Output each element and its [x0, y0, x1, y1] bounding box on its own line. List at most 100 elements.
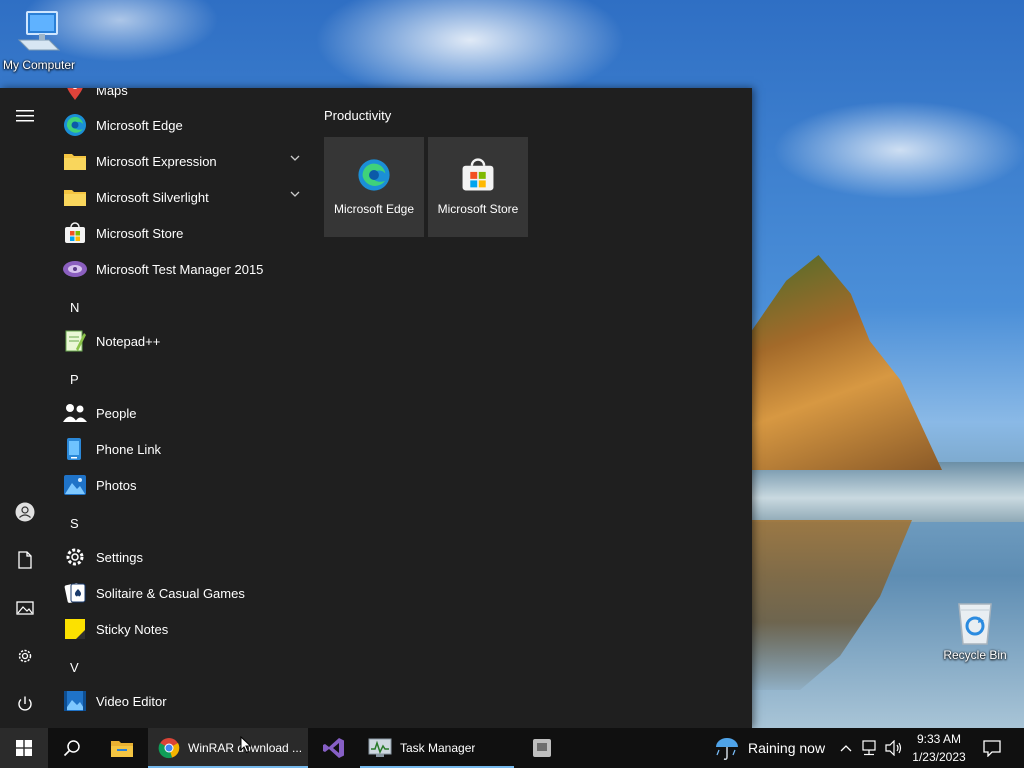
- settings-gear-icon: [62, 544, 88, 570]
- speaker-icon: [885, 740, 902, 756]
- app-item-sticky-notes[interactable]: Sticky Notes: [50, 611, 310, 647]
- weather-widget[interactable]: Raining now: [710, 728, 834, 768]
- wallpaper-sea: [752, 462, 1024, 522]
- app-label: Sticky Notes: [96, 621, 169, 637]
- expand-menu-button[interactable]: [0, 92, 50, 140]
- app-item-phone-link[interactable]: Phone Link: [50, 431, 310, 467]
- user-avatar-icon: [15, 502, 35, 522]
- app-label: Notepad++: [96, 333, 161, 349]
- task-manager-icon: [368, 738, 392, 757]
- gear-icon: [18, 649, 32, 663]
- chrome-icon: [158, 738, 180, 759]
- weather-label: Raining now: [748, 740, 826, 756]
- document-icon: [18, 551, 32, 569]
- pictures-icon: [16, 601, 34, 615]
- letter-header-s[interactable]: S: [50, 505, 310, 541]
- mouse-cursor-icon: [240, 736, 252, 754]
- task-manager-label: Task Manager: [400, 741, 476, 755]
- app-item-photos[interactable]: Photos: [50, 467, 310, 503]
- app-label: Settings: [96, 549, 143, 565]
- letter-label: S: [70, 515, 79, 531]
- wallpaper-reflection: [752, 520, 912, 690]
- letter-label: N: [70, 299, 80, 315]
- chevron-down-icon: [290, 155, 300, 161]
- wallpaper-cliff: [752, 255, 942, 470]
- app-label: Microsoft Silverlight: [96, 189, 209, 205]
- letter-header-n[interactable]: N: [50, 289, 310, 325]
- solitaire-icon: [62, 580, 88, 606]
- start-button[interactable]: [0, 728, 48, 768]
- taskbar-clock[interactable]: 9:33 AM 1/23/2023: [906, 728, 972, 768]
- letter-label: P: [70, 371, 79, 387]
- taskbar-file-explorer[interactable]: [98, 728, 146, 768]
- sticky-notes-icon: [62, 616, 88, 642]
- people-icon: [62, 400, 88, 426]
- chevron-up-icon: [840, 745, 852, 752]
- letter-header-p[interactable]: P: [50, 361, 310, 397]
- video-editor-icon: [62, 688, 88, 714]
- tile-microsoft-edge[interactable]: Microsoft Edge: [324, 137, 424, 237]
- tile-microsoft-store[interactable]: Microsoft Store: [428, 137, 528, 237]
- app-item-microsoft-silverlight[interactable]: Microsoft Silverlight: [50, 179, 310, 215]
- app-label: Microsoft Expression: [96, 153, 217, 169]
- power-button[interactable]: [0, 680, 50, 728]
- pinned-tiles-area: Productivity Microsoft Edge Microsoft St…: [324, 108, 528, 237]
- taskbar-app[interactable]: [518, 728, 566, 768]
- app-label: People: [96, 405, 137, 421]
- my-computer-label: My Computer: [2, 58, 76, 72]
- clock-time: 9:33 AM: [916, 732, 962, 746]
- recycle-bin-icon: [958, 603, 992, 645]
- visual-studio-icon: [323, 738, 344, 758]
- pictures-button[interactable]: [0, 584, 50, 632]
- windows-logo-icon: [16, 740, 32, 756]
- app-label: Video Editor: [96, 693, 167, 709]
- app-label: Microsoft Store: [96, 225, 184, 241]
- app-item-notepad-plus-plus[interactable]: Notepad++: [50, 323, 310, 359]
- app-item-microsoft-expression[interactable]: Microsoft Expression: [50, 143, 310, 179]
- start-menu: Maps Microsoft Edge Microsoft Expression: [0, 88, 752, 728]
- start-menu-rail: [0, 88, 50, 728]
- letter-header-v[interactable]: V: [50, 649, 310, 685]
- app-label: Phone Link: [96, 441, 162, 457]
- tile-label: Microsoft Store: [437, 202, 519, 216]
- clock-date: 1/23/2023: [912, 750, 966, 764]
- action-center-button[interactable]: [974, 728, 1010, 768]
- app-label: Photos: [96, 477, 137, 493]
- notification-icon: [983, 740, 1001, 757]
- app-item-microsoft-store[interactable]: Microsoft Store: [50, 215, 310, 251]
- documents-button[interactable]: [0, 536, 50, 584]
- app-label: Microsoft Edge: [96, 117, 183, 133]
- app-window-icon: [533, 739, 551, 757]
- computer-icon: [17, 11, 61, 51]
- app-item-microsoft-edge[interactable]: Microsoft Edge: [50, 107, 310, 143]
- search-button[interactable]: [48, 728, 96, 768]
- app-item-maps[interactable]: Maps: [50, 88, 310, 108]
- recycle-bin-desktop-icon[interactable]: Recycle Bin: [936, 600, 1014, 662]
- settings-rail-button[interactable]: [0, 632, 50, 680]
- app-item-solitaire[interactable]: Solitaire & Casual Games: [50, 575, 310, 611]
- app-list: Maps Microsoft Edge Microsoft Expression: [50, 88, 310, 728]
- taskbar-task-manager[interactable]: Task Manager: [360, 728, 514, 768]
- app-item-people[interactable]: People: [50, 395, 310, 431]
- test-manager-icon: [62, 256, 88, 282]
- account-button[interactable]: [0, 488, 50, 536]
- chevron-down-icon: [290, 191, 300, 197]
- network-tray-button[interactable]: [858, 728, 882, 768]
- app-item-settings[interactable]: Settings: [50, 539, 310, 575]
- photos-icon: [62, 472, 88, 498]
- taskbar-visual-studio[interactable]: [310, 728, 358, 768]
- show-hidden-icons-button[interactable]: [836, 728, 856, 768]
- volume-tray-button[interactable]: [882, 728, 906, 768]
- my-computer-desktop-icon[interactable]: My Computer: [0, 10, 78, 72]
- hamburger-icon: [16, 110, 34, 122]
- edge-icon: [358, 159, 390, 191]
- taskbar: WinRAR download ... Task Manager Raining…: [0, 728, 1024, 768]
- search-icon: [63, 740, 80, 757]
- taskbar-chrome-window[interactable]: WinRAR download ...: [148, 728, 308, 768]
- phone-link-icon: [62, 436, 88, 462]
- app-item-microsoft-test-manager[interactable]: Microsoft Test Manager 2015: [50, 251, 310, 287]
- app-label: Microsoft Test Manager 2015: [96, 261, 264, 277]
- tile-group-heading[interactable]: Productivity: [324, 108, 391, 123]
- app-item-video-editor[interactable]: Video Editor: [50, 683, 310, 719]
- umbrella-rain-icon: [716, 738, 738, 760]
